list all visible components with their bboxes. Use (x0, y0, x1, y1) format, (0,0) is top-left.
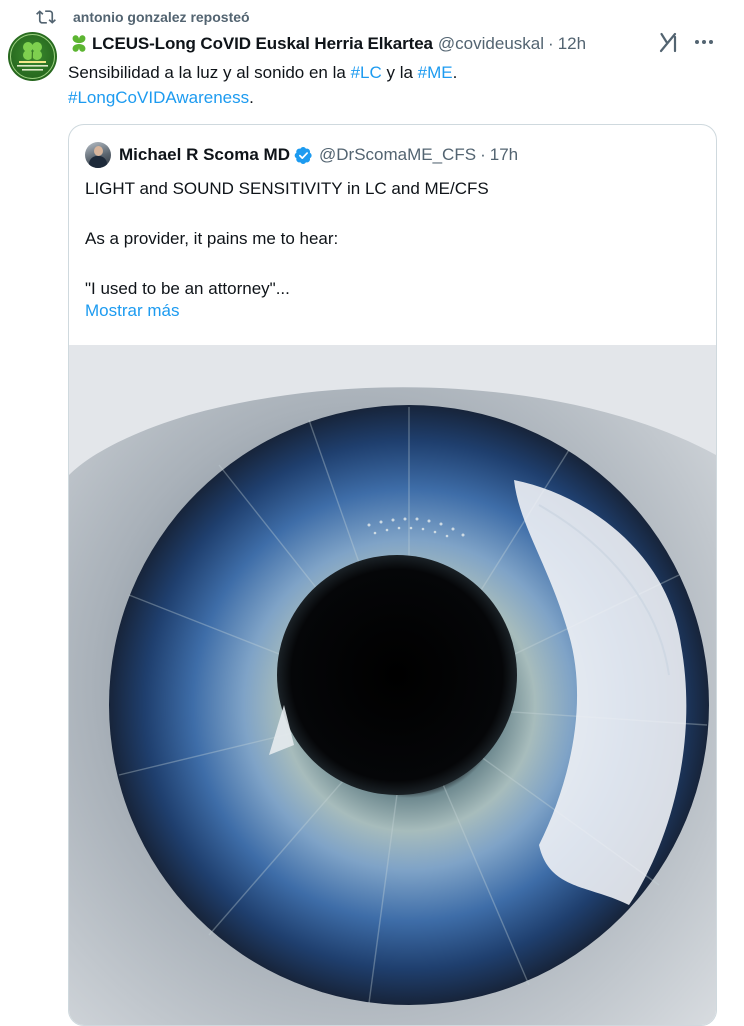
more-icon[interactable] (694, 34, 714, 50)
quoted-tweet-text: LIGHT and SOUND SENSITIVITY in LC and ME… (85, 176, 695, 301)
eye-iris-photo[interactable] (69, 345, 716, 1025)
tweet-timestamp[interactable]: 12h (558, 34, 586, 54)
clover-emoji-icon (72, 35, 86, 52)
quoted-line: "I used to be an attorney"... (85, 279, 290, 298)
quoted-line: LIGHT and SOUND SENSITIVITY in LC and ME… (85, 179, 489, 198)
separator-dot: · (548, 34, 554, 53)
quoted-line: As a provider, it pains me to hear: (85, 229, 339, 248)
tweet-text-part: Sensibilidad a la luz y al sonido en la (68, 63, 351, 82)
repost-context[interactable]: antonio gonzalez reposteó (36, 6, 250, 28)
tweet-text-part: . (249, 88, 254, 107)
repost-label: antonio gonzalez reposteó (73, 9, 250, 25)
lceus-clover-logo (10, 34, 55, 79)
author-handle[interactable]: @covideuskal (438, 34, 544, 54)
quoted-author-name[interactable]: Michael R Scoma MD (119, 145, 290, 165)
hashtag-longcovidawareness[interactable]: #LongCoVIDAwareness (68, 88, 249, 107)
author-name[interactable]: LCEUS-Long CoVID Euskal Herria Elkartea (92, 34, 433, 54)
tweet-text-part: . (452, 63, 458, 82)
show-more-link[interactable]: Mostrar más (85, 301, 179, 321)
retweet-icon (36, 10, 56, 24)
quoted-tweet-header: Michael R Scoma MD @DrScomaME_CFS · 17h (85, 141, 518, 169)
hashtag-lc[interactable]: #LC (351, 63, 382, 82)
grok-icon[interactable] (658, 31, 680, 53)
verified-badge-icon (294, 146, 312, 164)
tweet-text-part: y la (381, 63, 418, 82)
quoted-timestamp[interactable]: 17h (490, 145, 518, 165)
tweet-header: LCEUS-Long CoVID Euskal Herria Elkartea … (68, 32, 724, 56)
quoted-author-handle[interactable]: @DrScomaME_CFS (319, 145, 476, 165)
quoted-author-avatar[interactable] (85, 142, 111, 168)
separator-dot: · (480, 145, 486, 164)
quoted-tweet-card[interactable]: Michael R Scoma MD @DrScomaME_CFS · 17h … (68, 124, 717, 1026)
author-avatar[interactable] (8, 32, 57, 81)
tweet-text: Sensibilidad a la luz y al sonido en la … (68, 60, 668, 110)
hashtag-me[interactable]: #ME (418, 63, 453, 82)
